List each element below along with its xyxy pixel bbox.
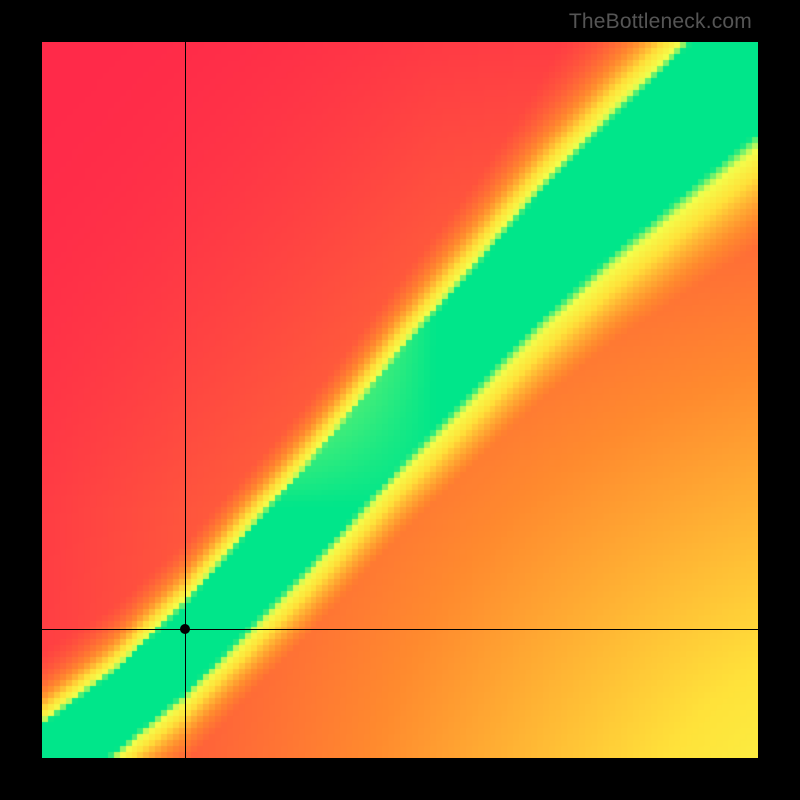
crosshair-vertical — [185, 42, 186, 758]
chart-frame: TheBottleneck.com — [0, 0, 800, 800]
bottleneck-heatmap — [42, 42, 758, 758]
crosshair-horizontal — [42, 629, 758, 630]
watermark-text: TheBottleneck.com — [569, 10, 752, 34]
